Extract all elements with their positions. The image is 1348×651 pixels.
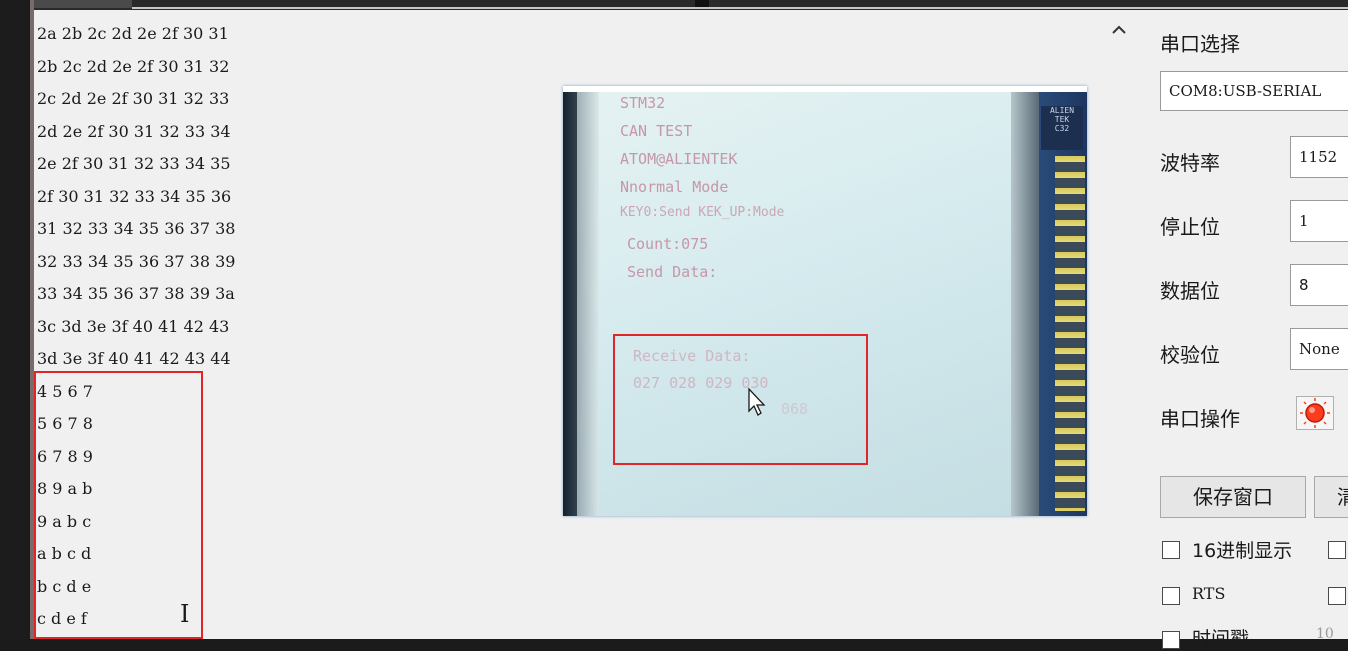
pcb-chip: ALIEN TEK C32 xyxy=(1041,106,1083,150)
receive-line: 2a 2b 2c 2d 2e 2f 30 31 xyxy=(37,24,229,43)
title-divider xyxy=(132,7,1348,9)
timestamp-value[interactable]: 10 xyxy=(1316,626,1334,642)
extra-checkbox[interactable] xyxy=(1328,541,1346,559)
mouse-pointer-icon xyxy=(748,387,766,416)
led-indicator-icon xyxy=(1300,398,1330,428)
lcd-bezel-right xyxy=(1011,92,1039,516)
receive-line: 33 34 35 36 37 38 39 3a xyxy=(37,284,235,303)
lcd-line-7: Send Data: xyxy=(627,263,718,281)
receive-line: 31 32 33 34 35 36 37 38 xyxy=(37,219,236,238)
port-op-label: 串口操作 xyxy=(1160,407,1240,431)
receive-line: 3c 3d 3e 3f 40 41 42 43 xyxy=(37,316,230,336)
video-overlay: ALIEN TEK C32 STM32 CAN TEST ATOM@ALIENTEK… xyxy=(563,86,1087,516)
timestamp-label: 时间戳 xyxy=(1192,628,1250,650)
dtr-checkbox[interactable] xyxy=(1328,587,1346,605)
settings-panel: 串口选择 COM8:USB-SERIAL 波特率 1152 停止位 1 数据位 … xyxy=(1140,10,1348,650)
receive-line: 2e 2f 30 31 32 33 34 35 xyxy=(37,154,231,173)
stopbits-label: 停止位 xyxy=(1160,215,1220,239)
lcd-line-2: CAN TEST xyxy=(620,122,693,140)
receive-line: 32 33 34 35 36 37 38 39 xyxy=(37,251,236,271)
left-frame xyxy=(0,0,34,639)
ibeam-cursor-icon: I xyxy=(180,600,190,628)
receive-line: 2b 2c 2d 2e 2f 30 31 32 xyxy=(37,56,230,76)
stopbits-select[interactable]: 1 xyxy=(1290,200,1348,242)
baud-label: 波特率 xyxy=(1160,151,1220,175)
lcd-line-6: Count:075 xyxy=(627,235,709,253)
databits-select[interactable]: 8 xyxy=(1290,264,1348,306)
parity-select[interactable]: None xyxy=(1290,328,1348,370)
rts-label: RTS xyxy=(1192,584,1226,603)
clear-button[interactable]: 清 xyxy=(1314,476,1348,518)
pin-header xyxy=(1055,156,1085,511)
window-tab[interactable] xyxy=(34,0,132,8)
port-select[interactable]: COM8:USB-SERIAL xyxy=(1160,71,1348,111)
lcd-line-1: STM32 xyxy=(620,94,666,112)
lcd-highlight-box xyxy=(613,334,868,465)
video-top-edge xyxy=(563,86,1087,92)
port-select-label: 串口选择 xyxy=(1160,32,1240,56)
rts-checkbox[interactable] xyxy=(1162,587,1180,605)
hex-display-checkbox[interactable] xyxy=(1162,541,1180,559)
title-bar xyxy=(0,0,1348,10)
lcd-bezel-left xyxy=(563,92,577,516)
hex-display-label: 16进制显示 xyxy=(1192,540,1293,562)
timestamp-checkbox[interactable] xyxy=(1162,631,1180,649)
highlight-box xyxy=(34,371,203,639)
caret-up-icon[interactable] xyxy=(1110,22,1128,38)
lcd-bezel-left-inner xyxy=(577,92,599,516)
lcd-line-3: ATOM@ALIENTEK xyxy=(620,150,738,168)
baud-select[interactable]: 1152 xyxy=(1290,136,1348,178)
parity-label: 校验位 xyxy=(1160,343,1220,367)
lcd-line-5: KEY0:Send KEK_UP:Mode xyxy=(620,205,785,220)
save-window-button[interactable]: 保存窗口 xyxy=(1160,476,1306,518)
receive-line: 2d 2e 2f 30 31 32 33 34 xyxy=(37,121,231,141)
port-toggle-button[interactable] xyxy=(1296,396,1334,430)
databits-label: 数据位 xyxy=(1160,279,1220,303)
receive-line: 2c 2d 2e 2f 30 31 32 33 xyxy=(37,89,230,108)
lcd-line-4: Nnormal Mode xyxy=(620,178,729,196)
receive-line: 2f 30 31 32 33 34 35 36 xyxy=(37,186,232,206)
